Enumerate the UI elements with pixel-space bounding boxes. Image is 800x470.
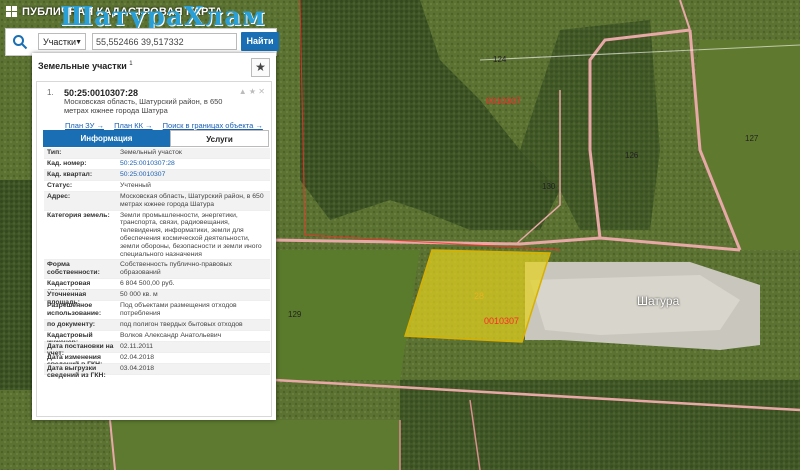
info-value: 50 000 кв. м xyxy=(120,290,158,298)
result-count: 1 xyxy=(129,61,133,67)
info-key: по документу: xyxy=(47,320,96,328)
info-row: Уточненная площадь: 50 000 кв. м xyxy=(44,289,270,306)
info-row: Дата изменения сведений в ГКН:02.04.2018 xyxy=(44,353,270,368)
info-row: Дата выгрузки сведений из ГКН: 03.04.2018 xyxy=(44,363,270,379)
road-number-label: 126 xyxy=(625,151,639,160)
info-key: Разрешенное использование: xyxy=(47,301,102,317)
info-row: Разрешенное использование: Под объектами … xyxy=(44,301,270,320)
info-row: по документу: под полигон твердых бытовых… xyxy=(44,319,270,331)
info-key: Кад. квартал: xyxy=(47,171,93,178)
favorite-button[interactable]: ★ xyxy=(251,58,270,77)
info-value: под полигон твердых бытовых отходов xyxy=(120,320,243,328)
info-key: Адрес: xyxy=(47,193,71,200)
road-number-label: 124 xyxy=(493,55,507,64)
info-row: Кадастровый инженер:Волков Александр Ана… xyxy=(44,331,270,346)
info-table: Тип: Земельный участок Кад. номер: 50:25:00… xyxy=(44,148,270,379)
panel-title: Земельные участки 1 xyxy=(38,61,133,71)
search-type-select[interactable]: Участки ▼ xyxy=(38,33,86,50)
info-key: Кад. номер: xyxy=(47,160,87,167)
info-row: Категория земель: Земли промышленности, э… xyxy=(44,211,270,261)
info-value: Волков Александр Анатольевич xyxy=(120,331,222,339)
info-value: Собственность публично-правовых образова… xyxy=(120,261,232,277)
search-bar: Участки ▼ 55,552466 39,517332 Найти xyxy=(5,28,279,56)
link-search-bounds[interactable]: Поиск в границах объекта → xyxy=(163,121,263,130)
info-row: Дата постановки на учет: 02.11.2011 xyxy=(44,341,270,357)
card-links: План ЗУ → План КК → Поиск в границах объ… xyxy=(65,121,271,130)
link-plan-zu[interactable]: План ЗУ → xyxy=(65,121,104,130)
info-key: Категория земель: xyxy=(47,211,110,219)
search-input[interactable]: 55,552466 39,517332 xyxy=(92,33,237,50)
info-row: Адрес: Московская область, Шатурский райо… xyxy=(44,192,270,211)
info-row: Форма собственности: Собственность публич… xyxy=(44,260,270,279)
info-row: Кад. номер: 50:25:0010307:28 xyxy=(44,159,270,170)
results-panel: Земельные участки 1 ★ 1. 50:25:0010307:2… xyxy=(32,53,276,420)
map-logo-icon xyxy=(6,6,17,17)
card-tabs: Информация Услуги xyxy=(43,130,269,147)
info-row: Статус: Учтенный xyxy=(44,181,270,192)
road-number-label: 130 xyxy=(542,182,556,191)
info-value[interactable]: 50:25:0010307:28 xyxy=(120,160,270,168)
info-value: 6 804 500,00 руб. xyxy=(120,279,175,287)
road-number-label: 129 xyxy=(288,310,302,319)
result-index: 1. xyxy=(47,88,54,97)
info-value[interactable]: 50:25:0010307 xyxy=(120,171,270,179)
info-key: Статус: xyxy=(47,182,73,189)
quarter-number-label: 0010307 xyxy=(486,96,522,106)
info-value: 02.11.2011 xyxy=(120,342,154,350)
search-button[interactable]: Найти xyxy=(241,32,279,51)
info-row: Кад. квартал: 50:25:0010307 xyxy=(44,170,270,181)
tab-info[interactable]: Информация xyxy=(43,130,170,147)
parcel-card: 1. 50:25:0010307:28 ▲ ★ ✕ Московская обл… xyxy=(36,81,272,417)
road-number-label: 127 xyxy=(745,134,759,143)
quarter-number-label: 0010307 xyxy=(484,316,520,326)
top-bar: ПУБЛИЧНАЯ КАДАСТРОВАЯ КАРТА ШатураХлам xyxy=(0,0,290,32)
info-row: Тип: Земельный участок xyxy=(44,148,270,159)
info-value: Московская область, Шатурский район, в 6… xyxy=(120,193,264,208)
info-row: Кадастровая стоимость:6 804 500,00 руб. xyxy=(44,279,270,295)
info-value: Под объектами размещения отходов потребл… xyxy=(120,301,237,317)
info-value: Земли промышленности, энергетики, трансп… xyxy=(120,211,262,258)
info-value: 02.04.2018 xyxy=(120,353,155,361)
info-value: Учтенный xyxy=(120,182,151,189)
parcel-number-label: 28 xyxy=(474,291,485,301)
tab-services[interactable]: Услуги xyxy=(170,130,269,147)
link-plan-kk[interactable]: План КК → xyxy=(114,121,153,130)
search-icon[interactable] xyxy=(12,34,28,50)
chevron-down-icon: ▼ xyxy=(75,39,82,46)
info-key: Дата выгрузки сведений из ГКН: xyxy=(47,364,106,380)
parcel-address: Московская область, Шатурский район, в 6… xyxy=(64,97,223,115)
info-key: Тип: xyxy=(47,149,62,156)
town-label: Шатура xyxy=(637,294,680,308)
info-key: Форма собственности: xyxy=(47,261,100,277)
info-value: 03.04.2018 xyxy=(120,364,155,372)
info-value: Земельный участок xyxy=(120,149,182,156)
card-action-icons[interactable]: ▲ ★ ✕ xyxy=(239,87,265,96)
